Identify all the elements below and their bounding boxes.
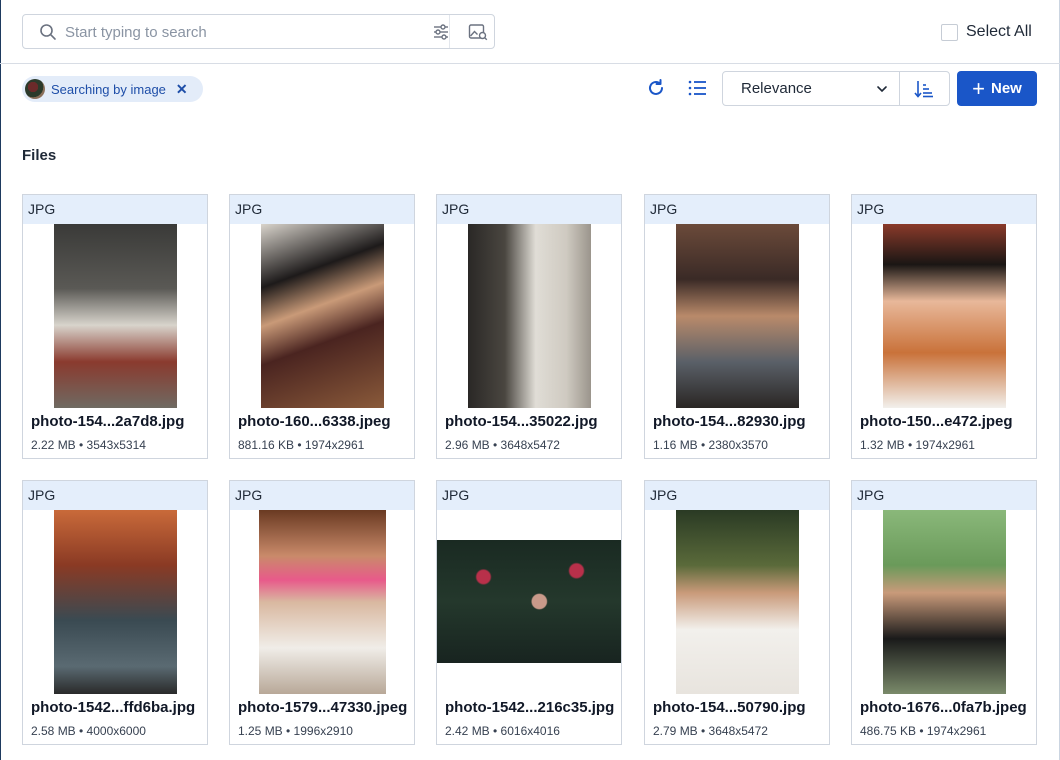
section-title: Files	[22, 147, 57, 164]
file-card[interactable]: JPG photo-1542...ffd6ba.jpg 2.58 MB • 40…	[22, 480, 208, 745]
file-card[interactable]: JPG photo-150...e472.jpeg 1.32 MB • 1974…	[851, 194, 1037, 459]
file-meta: 2.79 MB • 3648x5472	[653, 724, 768, 738]
file-name: photo-160...6338.jpeg	[238, 413, 391, 430]
file-meta: 486.75 KB • 1974x2961	[860, 724, 987, 738]
sort-descending-icon	[914, 81, 933, 98]
remove-image-search-button[interactable]: ✕	[176, 81, 188, 98]
file-meta: 2.96 MB • 3648x5472	[445, 438, 560, 452]
file-type-label: JPG	[852, 195, 1036, 224]
file-card[interactable]: JPG photo-1579...47330.jpeg 1.25 MB • 19…	[229, 480, 415, 745]
top-bar: Select All	[0, 0, 1060, 64]
file-name: photo-154...2a7d8.jpg	[31, 413, 185, 430]
search-divider	[449, 15, 450, 48]
file-name: photo-154...35022.jpg	[445, 413, 598, 430]
sort-dropdown[interactable]: Relevance	[722, 71, 900, 106]
file-name: photo-1676...0fa7b.jpeg	[860, 699, 1027, 716]
file-thumbnail	[852, 510, 1036, 694]
file-name: photo-1579...47330.jpeg	[238, 699, 408, 716]
file-type-label: JPG	[852, 481, 1036, 510]
sort-direction-button[interactable]	[899, 71, 950, 106]
file-thumbnail	[23, 224, 207, 408]
file-card[interactable]: JPG photo-154...82930.jpg 1.16 MB • 2380…	[644, 194, 830, 459]
image-search-chip: Searching by image ✕	[22, 76, 203, 102]
filter-sliders-icon[interactable]	[432, 23, 450, 41]
image-search-chip-label: Searching by image	[51, 81, 166, 97]
file-name: photo-154...50790.jpg	[653, 699, 806, 716]
search-icon	[40, 24, 56, 40]
file-type-label: JPG	[437, 195, 621, 224]
file-type-label: JPG	[645, 481, 829, 510]
refresh-icon[interactable]	[645, 77, 667, 99]
file-card[interactable]: JPG photo-154...35022.jpg 2.96 MB • 3648…	[436, 194, 622, 459]
file-name: photo-150...e472.jpeg	[860, 413, 1013, 430]
file-thumbnail	[645, 510, 829, 694]
file-type-label: JPG	[645, 195, 829, 224]
file-meta: 881.16 KB • 1974x2961	[238, 438, 365, 452]
file-card[interactable]: JPG photo-154...2a7d8.jpg 2.22 MB • 3543…	[22, 194, 208, 459]
file-type-label: JPG	[23, 195, 207, 224]
file-meta: 2.58 MB • 4000x6000	[31, 724, 146, 738]
file-thumbnail	[437, 224, 621, 408]
new-button-label: New	[991, 80, 1022, 97]
file-meta: 1.16 MB • 2380x3570	[653, 438, 768, 452]
file-meta: 1.25 MB • 1996x2910	[238, 724, 353, 738]
file-name: photo-1542...216c35.jpg	[445, 699, 615, 716]
file-thumbnail	[23, 510, 207, 694]
chevron-down-icon	[877, 86, 887, 93]
file-thumbnail	[437, 510, 621, 694]
file-meta: 2.42 MB • 6016x4016	[445, 724, 560, 738]
query-image-thumbnail	[25, 79, 45, 99]
file-type-label: JPG	[437, 481, 621, 510]
select-all[interactable]: Select All	[941, 22, 1032, 42]
search-box[interactable]	[22, 14, 495, 49]
file-type-label: JPG	[23, 481, 207, 510]
image-search-icon[interactable]	[468, 23, 488, 41]
select-all-checkbox[interactable]	[941, 23, 958, 41]
select-all-label: Select All	[966, 23, 1032, 40]
search-input[interactable]	[65, 21, 405, 43]
file-thumbnail	[645, 224, 829, 408]
file-meta: 1.32 MB • 1974x2961	[860, 438, 975, 452]
sort-dropdown-value: Relevance	[741, 80, 812, 97]
file-card[interactable]: JPG photo-154...50790.jpg 2.79 MB • 3648…	[644, 480, 830, 745]
file-name: photo-1542...ffd6ba.jpg	[31, 699, 196, 716]
new-button[interactable]: + New	[957, 71, 1037, 106]
file-thumbnail	[230, 224, 414, 408]
file-type-label: JPG	[230, 481, 414, 510]
list-view-icon[interactable]	[686, 77, 708, 99]
file-thumbnail	[230, 510, 414, 694]
file-type-label: JPG	[230, 195, 414, 224]
file-name: photo-154...82930.jpg	[653, 413, 806, 430]
file-meta: 2.22 MB • 3543x5314	[31, 438, 146, 452]
file-card[interactable]: JPG photo-160...6338.jpeg 881.16 KB • 19…	[229, 194, 415, 459]
file-thumbnail	[852, 224, 1036, 408]
file-card[interactable]: JPG photo-1676...0fa7b.jpeg 486.75 KB • …	[851, 480, 1037, 745]
plus-icon: +	[972, 75, 985, 101]
file-card[interactable]: JPG photo-1542...216c35.jpg 2.42 MB • 60…	[436, 480, 622, 745]
